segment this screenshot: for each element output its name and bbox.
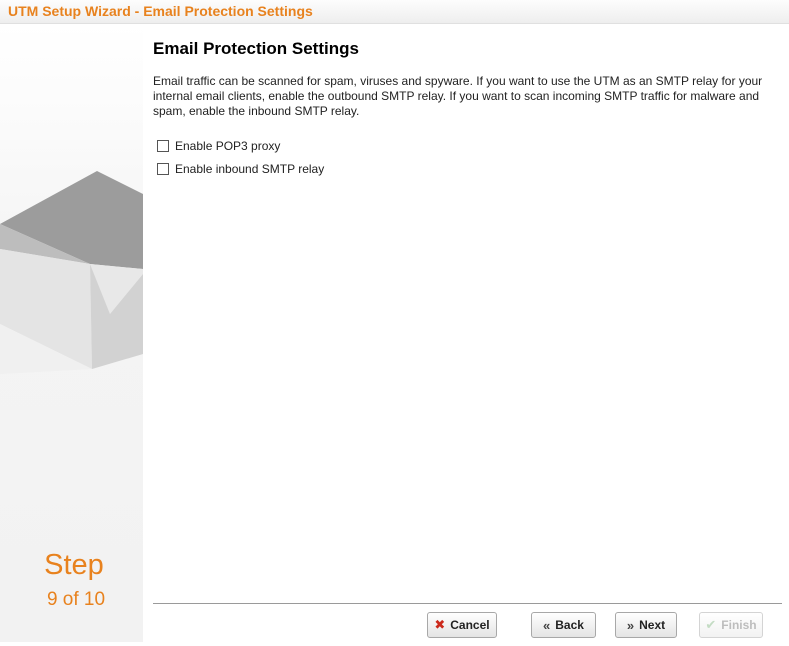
title-bar: UTM Setup Wizard - Email Protection Sett… xyxy=(0,0,789,24)
inbound-smtp-relay-label[interactable]: Enable inbound SMTP relay xyxy=(175,162,324,176)
wizard-sidebar: Step 9 of 10 xyxy=(0,24,143,642)
cancel-button-label: Cancel xyxy=(450,618,490,632)
checkmark-icon: ✔ xyxy=(705,617,717,632)
next-button[interactable]: » Next xyxy=(615,612,677,638)
back-button-label: Back xyxy=(555,618,584,632)
double-chevron-right-icon: » xyxy=(626,617,635,633)
next-button-label: Next xyxy=(639,618,666,632)
back-button[interactable]: « Back xyxy=(531,612,596,638)
close-icon: ✖ xyxy=(434,617,446,632)
step-count: 9 of 10 xyxy=(46,589,106,610)
double-chevron-left-icon: « xyxy=(543,617,551,633)
inbound-smtp-relay-checkbox[interactable] xyxy=(157,163,169,175)
option-pop3-proxy[interactable]: Enable POP3 proxy xyxy=(157,138,280,154)
cancel-button[interactable]: ✖ Cancel xyxy=(427,612,497,638)
finish-button-label: Finish xyxy=(721,618,757,632)
pop3-proxy-checkbox[interactable] xyxy=(157,140,169,152)
footer-divider xyxy=(153,603,782,604)
window-title: UTM Setup Wizard - Email Protection Sett… xyxy=(8,3,313,19)
step-label: Step xyxy=(44,549,104,581)
box-illustration-icon xyxy=(0,171,143,374)
page-title: Email Protection Settings xyxy=(153,39,359,58)
pop3-proxy-label[interactable]: Enable POP3 proxy xyxy=(175,139,280,153)
description-text: Email traffic can be scanned for spam, v… xyxy=(153,74,763,118)
option-inbound-smtp-relay[interactable]: Enable inbound SMTP relay xyxy=(157,161,324,177)
finish-button[interactable]: ✔ Finish xyxy=(699,612,763,638)
